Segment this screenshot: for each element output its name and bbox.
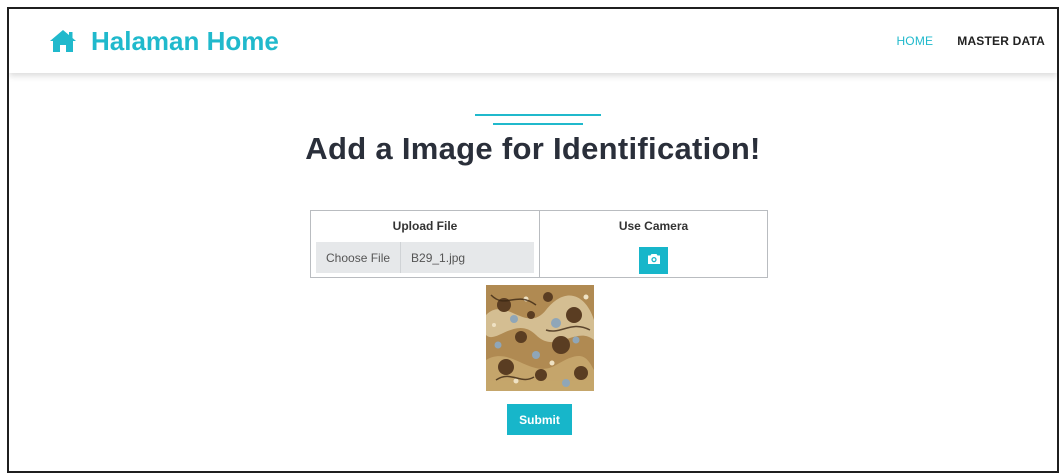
camera-icon (647, 252, 661, 270)
camera-button[interactable] (639, 247, 668, 274)
submit-button[interactable]: Submit (507, 404, 572, 435)
heading-divider (475, 114, 601, 128)
nav-link-master-data[interactable]: MASTER DATA (957, 34, 1045, 48)
home-icon (49, 29, 77, 53)
file-input[interactable]: Choose File B29_1.jpg (316, 242, 534, 273)
nav-links: HOME MASTER DATA (896, 9, 1045, 73)
selected-file-name: B29_1.jpg (411, 250, 466, 265)
image-preview (486, 285, 594, 391)
use-camera-cell: Use Camera (540, 211, 767, 277)
brand-title: Halaman Home (91, 25, 279, 56)
brand-link[interactable]: Halaman Home (49, 23, 279, 59)
upload-file-title: Upload File (392, 219, 458, 233)
browser-frame: Halaman Home HOME MASTER DATA Add a Imag… (7, 7, 1059, 473)
choose-file-button[interactable]: Choose File (316, 242, 402, 273)
upload-options-table: Upload File Choose File B29_1.jpg Use Ca… (310, 210, 768, 278)
navbar: Halaman Home HOME MASTER DATA (9, 9, 1057, 73)
page-title: Add a Image for Identification! (305, 131, 761, 166)
use-camera-title: Use Camera (618, 219, 689, 233)
nav-link-home[interactable]: HOME (896, 34, 933, 48)
upload-file-cell: Upload File Choose File B29_1.jpg (311, 211, 540, 277)
